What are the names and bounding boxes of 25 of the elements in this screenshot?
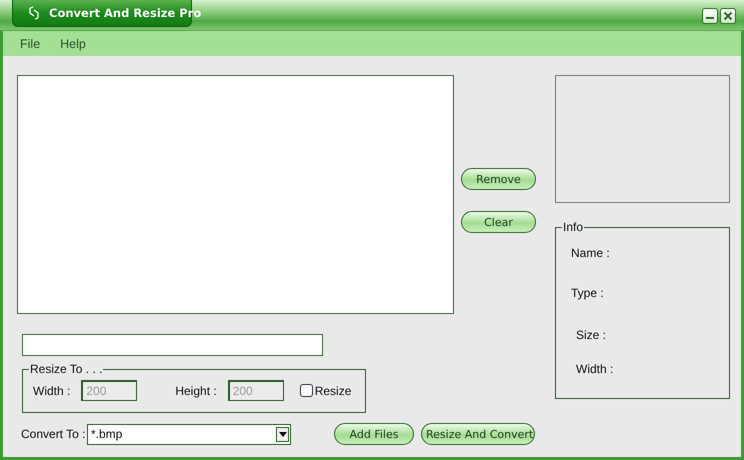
width-label: Width : <box>33 384 70 398</box>
path-field[interactable] <box>22 334 323 356</box>
action-button[interactable]: Add Files <box>334 423 414 445</box>
info-label: Width : <box>576 362 614 376</box>
group-title: Info <box>562 221 584 233</box>
menu-item[interactable]: File <box>20 36 40 50</box>
group-title: Resize To . . . <box>29 363 104 375</box>
format-dropdown[interactable]: *.bmp <box>87 424 291 444</box>
height-label: Height : <box>175 384 217 398</box>
menu-item[interactable]: Help <box>60 36 86 50</box>
close-icon <box>723 11 733 21</box>
close-button[interactable] <box>720 8 736 24</box>
side-button[interactable]: Clear <box>461 211 536 233</box>
window-title: Convert And Resize Pro <box>49 6 202 20</box>
checkbox-label: Resize <box>314 384 352 398</box>
minimize-button[interactable] <box>702 8 718 24</box>
arrows-icon <box>27 6 41 20</box>
side-button[interactable]: Remove <box>461 168 536 190</box>
height-field: 200 <box>228 380 284 401</box>
info-label: Size : <box>576 328 608 342</box>
info-label: Name : <box>571 246 611 260</box>
info-label: Type : <box>571 286 605 300</box>
action-button[interactable]: Resize And Convert <box>421 423 535 445</box>
convert-label: Convert To : <box>21 427 86 441</box>
width-field: 200 <box>81 380 138 401</box>
